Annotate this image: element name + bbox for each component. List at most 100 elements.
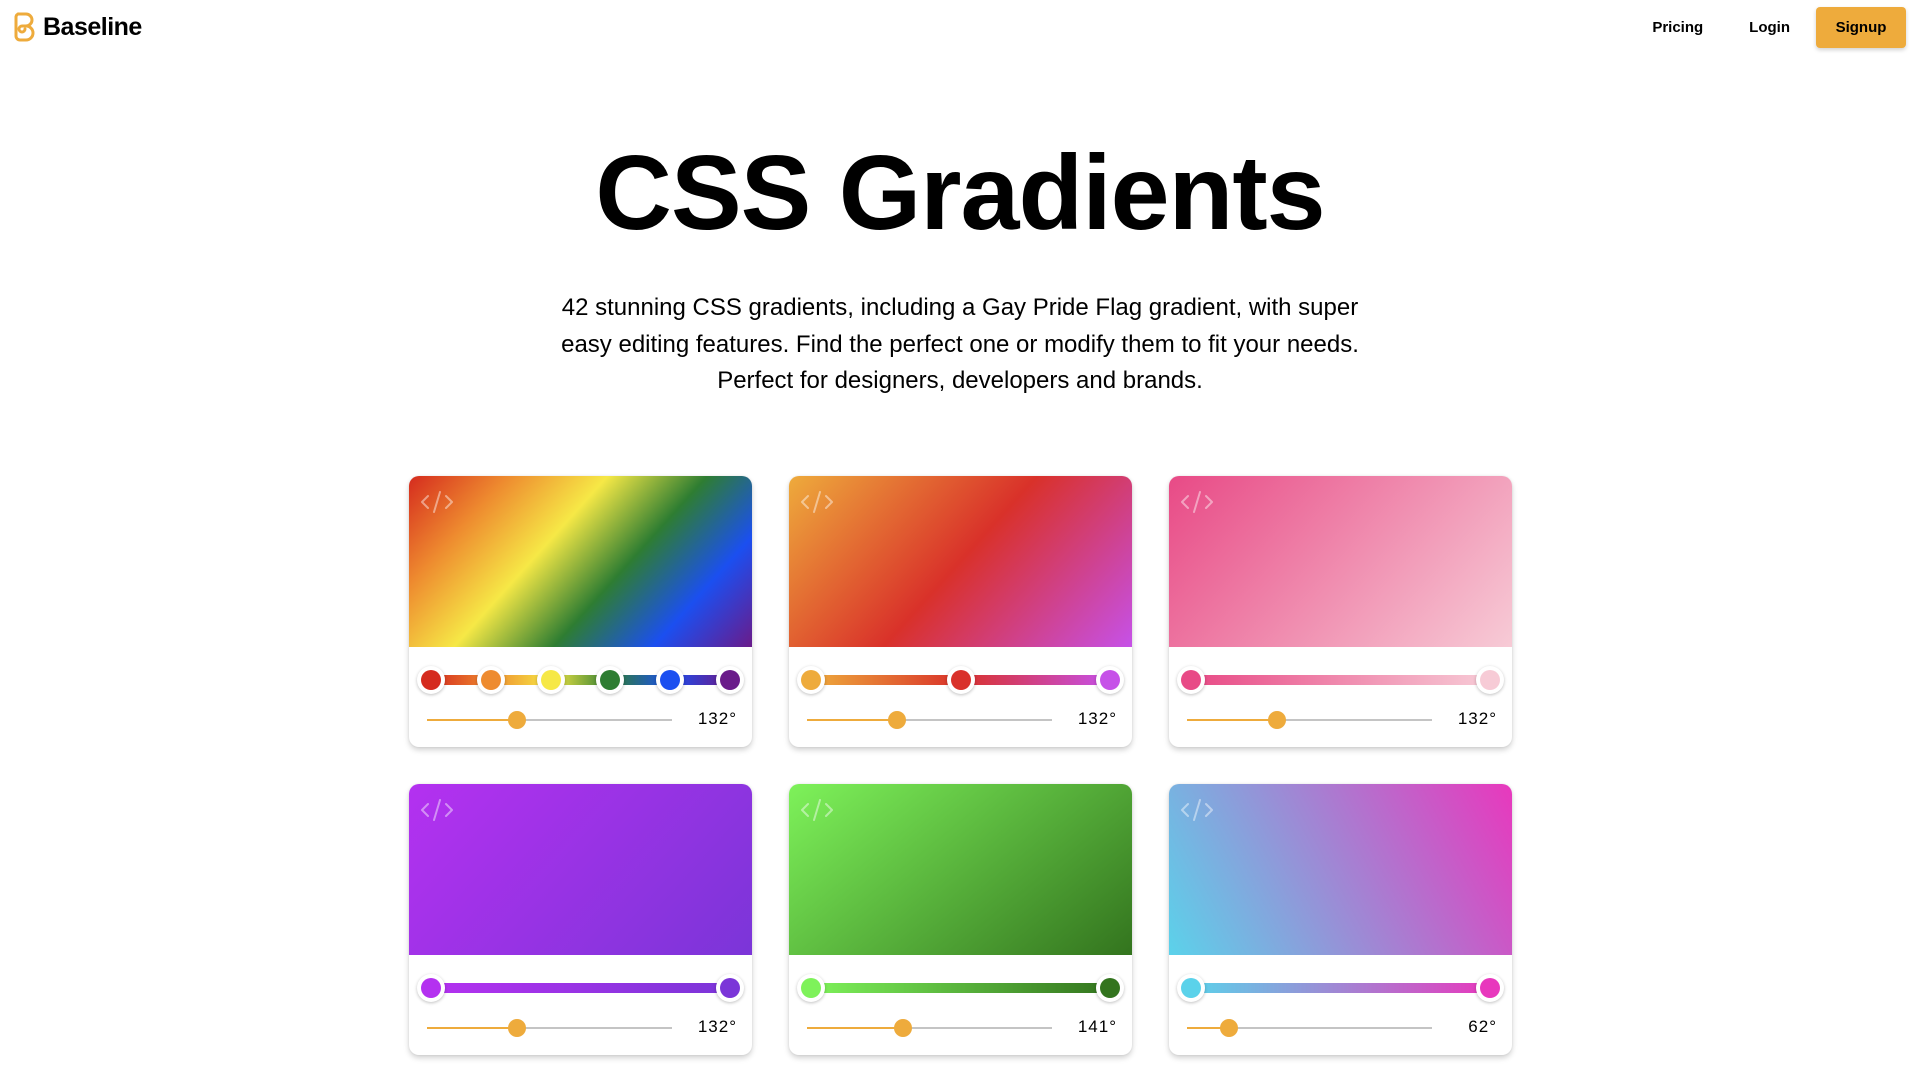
color-stop-swatch [801,978,821,998]
color-stop-handle[interactable] [946,666,975,694]
color-stop-swatch [480,670,501,690]
color-stops-editor [417,974,744,1002]
angle-control: 141° [807,1017,1117,1038]
color-stops-track[interactable] [811,983,1110,993]
color-stop-swatch [421,978,441,998]
angle-slider-thumb[interactable] [507,1019,526,1037]
angle-value: 132° [1077,709,1117,728]
angle-value: 132° [697,1017,737,1036]
color-stop-swatch [540,670,561,690]
gradient-card-orange-red-purple: 132° [789,476,1132,747]
angle-slider-thumb[interactable] [1267,711,1286,729]
color-stop-handle[interactable] [716,974,744,1002]
angle-control: 132° [427,709,737,730]
angle-slider[interactable] [427,711,672,729]
logo-text: Baseline [43,12,142,41]
code-icon[interactable] [1179,798,1215,822]
angle-slider-fill [807,1027,903,1029]
color-stops-editor [797,666,1124,694]
color-stop-swatch [720,978,740,998]
hero-subtitle-line: Perfect for designers, developers and br… [717,367,1203,394]
color-stop-swatch [950,670,971,690]
color-stops-track[interactable] [431,983,730,993]
color-stop-swatch [1100,670,1120,690]
color-stops-editor [417,666,744,694]
hero-subtitle-line: 42 stunning CSS gradients, including a G… [561,294,1359,321]
nav-pricing-link[interactable]: Pricing [1652,7,1703,48]
color-stops-track[interactable] [1191,675,1490,685]
color-stop-handle[interactable] [797,666,825,694]
gradient-card-pink-fade: 132° [1169,476,1512,747]
color-stop-handle[interactable] [1476,666,1504,694]
top-nav: Pricing Login Signup [1652,7,1906,48]
color-stops-track[interactable] [431,675,730,685]
code-icon[interactable] [419,798,455,822]
color-stop-handle[interactable] [1096,666,1124,694]
gradient-preview[interactable] [409,784,752,955]
color-stop-handle[interactable] [1177,666,1205,694]
gradient-grid: 132° 132° 132° 132° 141° 62° [409,476,1512,1055]
angle-value: 141° [1077,1017,1117,1036]
angle-slider[interactable] [807,711,1052,729]
color-stop-swatch [660,670,681,690]
baseline-logo-icon [14,12,35,42]
page-title: CSS Gradients [595,134,1325,252]
color-stop-handle[interactable] [1177,974,1205,1002]
color-stops-editor [797,974,1124,1002]
angle-slider-thumb[interactable] [1220,1019,1239,1037]
code-icon[interactable] [419,490,455,514]
color-stop-swatch [600,670,621,690]
color-stop-handle[interactable] [476,666,505,694]
hero-subtitle: 42 stunning CSS gradients, including a G… [560,290,1360,400]
color-stop-handle[interactable] [1476,974,1504,1002]
code-icon[interactable] [1179,490,1215,514]
gradient-card-violet: 132° [409,784,752,1055]
angle-slider[interactable] [1187,711,1432,729]
color-stop-swatch [1480,978,1500,998]
angle-control: 132° [1187,709,1497,730]
gradient-card-cyan-magenta: 62° [1169,784,1512,1055]
angle-slider-thumb[interactable] [887,711,906,729]
angle-value: 62° [1468,1017,1497,1036]
angle-slider-thumb[interactable] [893,1019,912,1037]
code-icon[interactable] [799,798,835,822]
color-stop-handle[interactable] [536,666,565,694]
angle-slider[interactable] [807,1019,1052,1037]
color-stop-swatch [1100,978,1120,998]
color-stops-track[interactable] [1191,983,1490,993]
color-stop-swatch [801,670,821,690]
logo[interactable]: Baseline [13,11,142,43]
color-stops-editor [1177,974,1504,1002]
color-stop-handle[interactable] [417,666,445,694]
gradient-preview[interactable] [1169,784,1512,955]
gradient-preview[interactable] [409,476,752,647]
color-stop-handle[interactable] [1096,974,1124,1002]
angle-slider-thumb[interactable] [507,711,526,729]
angle-control: 132° [427,1017,737,1038]
gradient-preview[interactable] [789,476,1132,647]
gradient-preview[interactable] [789,784,1132,955]
angle-value: 132° [697,709,737,728]
gradient-preview[interactable] [1169,476,1512,647]
hero-subtitle-line: easy editing features. Find the perfect … [561,330,1359,358]
color-stop-handle[interactable] [656,666,685,694]
angle-slider-fill [427,1027,517,1029]
color-stop-swatch [720,670,740,690]
angle-control: 132° [807,709,1117,730]
color-stop-swatch [1480,670,1500,690]
angle-slider[interactable] [1187,1019,1432,1037]
color-stop-swatch [421,670,441,690]
code-icon[interactable] [799,490,835,514]
color-stop-handle[interactable] [417,974,445,1002]
angle-slider[interactable] [427,1019,672,1037]
color-stop-swatch [1181,670,1201,690]
signup-button[interactable]: Signup [1816,7,1906,48]
color-stop-handle[interactable] [716,666,744,694]
angle-slider-fill [807,719,897,721]
nav-login-link[interactable]: Login [1749,7,1790,48]
angle-control: 62° [1187,1017,1497,1038]
color-stop-handle[interactable] [596,666,625,694]
color-stops-editor [1177,666,1504,694]
angle-value: 132° [1457,709,1497,728]
color-stop-handle[interactable] [797,974,825,1002]
